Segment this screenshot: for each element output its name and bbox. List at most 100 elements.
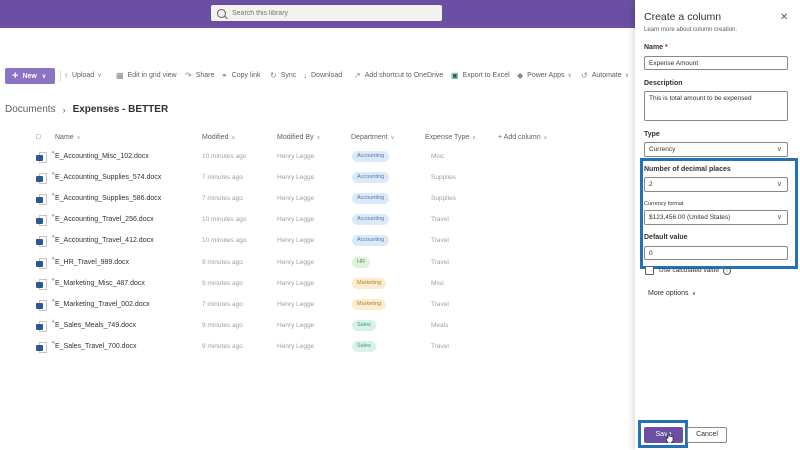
table-row[interactable]: ✳ E_Accounting_Misc_102.docx 10 minutes ag… [0,148,635,169]
calculated-value-checkbox[interactable] [645,266,654,275]
table-row[interactable]: ✳ E_Accounting_Supplies_586.docx 7 minutes… [0,190,635,211]
calculated-value-option[interactable]: Use calculated value i [645,266,731,275]
file-name-link[interactable]: E_Sales_Meals_749.docx [55,322,136,329]
file-type-icon[interactable]: □ [36,134,40,141]
download-button[interactable]: ↓ Download [303,71,342,80]
modified-cell: 9 minutes ago [202,321,243,329]
close-icon[interactable]: ✕ [780,12,788,23]
upload-button[interactable]: ↑ Upload ∨ [64,71,102,80]
modified-by-cell[interactable]: Henry Legge [277,301,314,308]
modified-by-cell[interactable]: Henry Legge [277,259,314,266]
description-field[interactable]: This is total amount to be expensed [644,91,788,121]
panel-title: Create a column [644,11,722,23]
file-name-link[interactable]: E_Accounting_Supplies_586.docx [55,195,161,202]
search-input[interactable] [232,9,432,17]
edit-grid-label: Edit in grid view [127,72,177,79]
chevron-down-icon: ∨ [316,135,321,141]
modified-by-cell[interactable]: Henry Legge [277,237,314,244]
expense-type-cell: Supplies [431,174,456,182]
add-column-button[interactable]: + Add column ∨ [498,134,547,141]
expense-type-cell: Travel [431,342,449,350]
chevron-down-icon: ∨ [776,146,782,153]
department-pill: Sales [352,340,376,352]
department-pill: Accounting [352,172,390,184]
name-label-text: Name [644,44,664,51]
table-row[interactable]: ✳ E_Marketing_Travel_002.docx 7 minutes ag… [0,296,635,317]
chevron-down-icon: ∨ [567,73,572,79]
modified-by-cell[interactable]: Henry Legge [277,195,314,202]
breadcrumb-root[interactable]: Documents [5,104,56,115]
grid-icon: ▦ [116,71,124,80]
power-apps-button[interactable]: ◆ Power Apps ∨ [517,71,572,80]
word-doc-icon [36,257,47,269]
sync-button[interactable]: ↻ Sync [270,71,296,80]
name-field[interactable]: Expense Amount [644,56,788,70]
modified-by-cell[interactable]: Henry Legge [277,322,314,329]
column-header-modified-by-label: Modified By [277,134,314,141]
chevron-down-icon: ∨ [390,135,395,141]
download-icon: ↓ [303,71,307,80]
column-header-modified[interactable]: Modified ∨ [202,134,235,141]
modified-by-cell[interactable]: Henry Legge [277,174,314,181]
column-header-modified-by[interactable]: Modified By ∨ [277,134,320,141]
learn-more-link[interactable]: Learn more about column creation. [644,27,737,33]
column-header-expense-type[interactable]: Expense Type ∨ [425,134,476,141]
file-name-link[interactable]: E_Accounting_Supplies_574.docx [55,174,161,181]
column-header-expense-type-label: Expense Type [425,134,470,141]
automate-icon: ↺ [581,71,588,80]
table-row[interactable]: ✳ E_Accounting_Travel_256.docx 10 minutes … [0,211,635,232]
sync-icon: ↻ [270,71,277,80]
modified-by-cell[interactable]: Henry Legge [277,153,314,160]
cancel-button[interactable]: Cancel [687,427,727,443]
search-box[interactable] [211,5,442,21]
modified-by-cell[interactable]: Henry Legge [277,216,314,223]
file-name-link[interactable]: E_Accounting_Travel_412.docx [55,237,154,244]
breadcrumb-current[interactable]: Expenses - BETTER [73,104,169,115]
expense-type-cell: Travel [431,237,449,245]
modified-cell: 9 minutes ago [202,258,243,266]
more-options-toggle[interactable]: More options ∨ [648,290,696,297]
department-pill: Marketing [352,277,387,289]
share-label: Share [195,72,215,79]
column-header-name[interactable]: Name ∨ [55,134,80,141]
search-icon [217,8,226,18]
table-row[interactable]: ✳ E_Accounting_Travel_412.docx 10 minutes … [0,232,635,253]
chevron-down-icon: ∨ [97,73,102,79]
table-row[interactable]: ✳ E_Accounting_Supplies_574.docx 7 minutes… [0,169,635,190]
file-name-link[interactable]: E_Marketing_Travel_002.docx [55,301,150,308]
sync-label: Sync [280,72,297,79]
power-apps-label: Power Apps [527,72,565,79]
table-row[interactable]: ✳ E_HR_Travel_989.docx 9 minutes ago Henry … [0,254,635,275]
calculated-value-label: Use calculated value [659,267,719,274]
save-button[interactable]: Save [644,427,683,443]
file-name-link[interactable]: E_Accounting_Misc_102.docx [55,153,149,160]
table-row[interactable]: ✳ E_Sales_Meals_749.docx 9 minutes ago Henr… [0,317,635,338]
modified-by-cell[interactable]: Henry Legge [277,280,314,287]
file-name-link[interactable]: E_Accounting_Travel_256.docx [55,216,154,223]
department-pill: Marketing [352,298,387,310]
chevron-down-icon: ∨ [41,73,47,80]
file-name-link[interactable]: E_HR_Travel_989.docx [55,259,129,266]
word-doc-icon [36,341,47,353]
type-select[interactable]: Currency ∨ [644,142,788,157]
new-button[interactable]: + New ∨ [5,68,55,84]
add-shortcut-button[interactable]: ↗ Add shortcut to OneDrive [354,71,443,80]
column-header-department[interactable]: Department ∨ [351,134,394,141]
file-name-link[interactable]: E_Marketing_Misc_487.docx [55,280,145,287]
word-doc-icon [36,320,47,332]
table-row[interactable]: ✳ E_Sales_Travel_700.docx 9 minutes ago Hen… [0,338,635,359]
automate-button[interactable]: ↺ Automate ∨ [581,71,629,80]
automate-label: Automate [591,72,622,79]
chevron-right-icon: › [62,104,66,115]
info-icon[interactable]: i [722,266,731,275]
share-button[interactable]: ↷ Share [185,71,214,80]
upload-icon: ↑ [64,71,68,80]
file-name-link[interactable]: E_Sales_Travel_700.docx [55,343,136,350]
table-row[interactable]: ✳ E_Marketing_Misc_487.docx 9 minutes ago H… [0,275,635,296]
export-excel-button[interactable]: ▣ Export to Excel [451,71,510,80]
table-header: □ Name ∨ Modified ∨ Modified By ∨ Departmen… [0,131,635,146]
copy-link-button[interactable]: ⚭ Copy link [221,71,261,80]
edit-grid-button[interactable]: ▦ Edit in grid view [116,71,177,80]
column-header-department-label: Department [351,134,388,141]
modified-by-cell[interactable]: Henry Legge [277,343,314,350]
